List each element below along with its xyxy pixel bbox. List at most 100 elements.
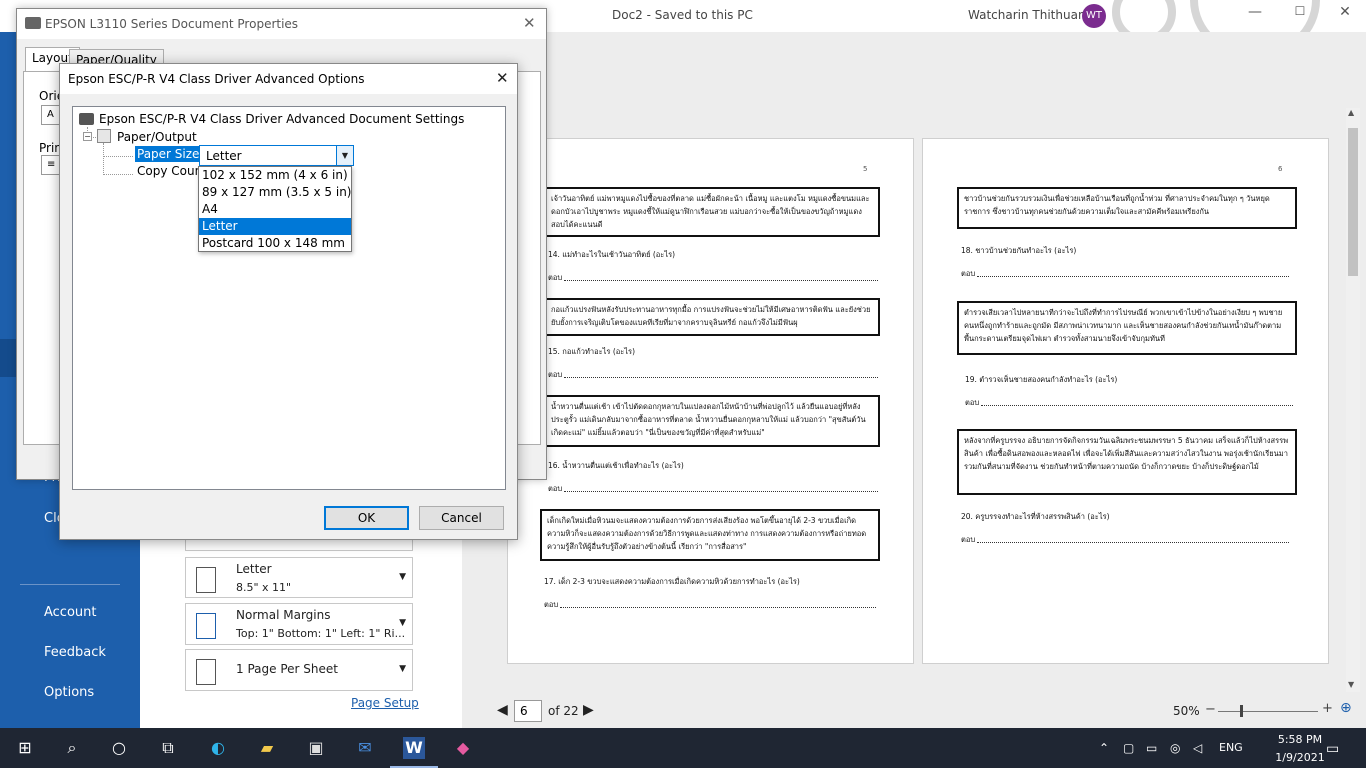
preview-scrollbar-thumb[interactable] [1348, 128, 1358, 276]
copy-count-label[interactable]: Copy Count [137, 164, 207, 178]
nav-item-feedback[interactable]: Feedback [44, 645, 106, 660]
close-icon[interactable]: ✕ [523, 14, 536, 32]
passage-box: เจ้าวันอาทิตย์ แม่พาหมูแดงไปซื้อของที่ตล… [544, 187, 880, 237]
zoom-in-icon[interactable]: + [1322, 701, 1333, 716]
setting-main-label: 1 Page Per Sheet [236, 662, 338, 676]
question: 17. เด็ก 2-3 ขวบจะแสดงความต้องการเมื่อเก… [544, 577, 800, 586]
print-select-glyph: ≡ [47, 159, 56, 170]
answer-line [977, 542, 1289, 543]
printer-icon [25, 17, 41, 29]
clock-date[interactable]: 1/9/2021 [1275, 751, 1325, 764]
zoom-slider-thumb[interactable] [1240, 705, 1243, 717]
clock-time[interactable]: 5:58 PM [1275, 733, 1325, 746]
page-icon [196, 567, 216, 593]
paint-icon[interactable]: ◆ [452, 737, 474, 759]
search-icon[interactable]: ⌕ [61, 737, 83, 759]
page-number-input[interactable]: 6 [514, 700, 542, 722]
page-count: of 22 [548, 704, 579, 718]
windows-start-icon[interactable]: ⊞ [14, 737, 36, 759]
margins-setting[interactable]: Normal Margins Top: 1" Bottom: 1" Left: … [185, 603, 413, 645]
chevron-up-icon[interactable]: ⌃ [1099, 741, 1109, 755]
cortana-icon[interactable]: ○ [108, 737, 130, 759]
close-icon[interactable]: ✕ [1330, 4, 1360, 28]
mail-icon[interactable]: ✉ [354, 737, 376, 759]
tree-root-label[interactable]: Epson ESC/P-R V4 Class Driver Advanced D… [99, 112, 464, 126]
setting-main-label: Normal Margins [236, 608, 331, 622]
nav-item-options[interactable]: Options [44, 685, 94, 700]
nav-divider [20, 584, 120, 585]
answer-line [564, 491, 878, 492]
collapse-icon[interactable]: − [83, 132, 92, 141]
store-icon[interactable]: ▣ [305, 737, 327, 759]
settings-tree[interactable]: Epson ESC/P-R V4 Class Driver Advanced D… [72, 106, 506, 490]
answer-label: ตอบ [544, 600, 559, 609]
setting-sub-label: 8.5" x 11" [236, 581, 292, 594]
previous-page-icon[interactable]: ◀ [497, 702, 508, 718]
maximize-icon[interactable]: ☐ [1285, 4, 1315, 28]
pages-per-sheet-setting[interactable]: 1 Page Per Sheet ▼ [185, 649, 413, 691]
question: 14. แม่ทำอะไรในเช้าวันอาทิตย์ (อะไร) [548, 250, 676, 259]
chevron-down-icon: ▼ [399, 664, 406, 674]
chevron-down-icon: ▼ [399, 572, 406, 582]
orientation-select-glyph: A [47, 109, 54, 120]
paper-size-label[interactable]: Paper Size: [135, 146, 206, 162]
answer-line [560, 607, 876, 608]
folder-icon [97, 129, 111, 143]
passage-box: กอแก้วแปรงฟันหลังรับประทานอาหารทุกมื้อ ก… [544, 298, 880, 336]
paper-size-select[interactable]: Letter ▼ [199, 145, 354, 166]
scroll-down-icon[interactable]: ▼ [1348, 680, 1354, 689]
zoom-to-page-icon[interactable]: ⊕ [1340, 700, 1352, 716]
paper-option-selected[interactable]: Letter [199, 218, 351, 235]
advanced-options-dialog: Epson ESC/P-R V4 Class Driver Advanced O… [59, 63, 518, 540]
close-icon[interactable]: ✕ [496, 69, 509, 87]
ok-button[interactable]: OK [324, 506, 409, 530]
preview-page: 6 ชาวบ้านช่วยกันรวบรวมเงินเพื่อช่วยเหลือ… [922, 138, 1329, 664]
edge-icon[interactable]: ◐ [207, 737, 229, 759]
meet-icon[interactable]: ▢ [1123, 741, 1134, 755]
cancel-button[interactable]: Cancel [419, 506, 504, 530]
paper-option[interactable]: Postcard 100 x 148 mm [199, 235, 351, 252]
answer-line [564, 377, 878, 378]
user-name[interactable]: Watcharin Thithuan [968, 8, 1086, 22]
zoom-slider[interactable] [1218, 711, 1318, 712]
paper-size-setting[interactable]: Letter 8.5" x 11" ▼ [185, 557, 413, 598]
paper-option[interactable]: 102 x 152 mm (4 x 6 in) [199, 167, 351, 184]
nav-active-indicator [0, 339, 16, 377]
scroll-up-icon[interactable]: ▲ [1348, 108, 1354, 117]
page-number: 6 [1278, 165, 1283, 173]
question: 19. ตำรวจเห็นชายสองคนกำลังทำอะไร (อะไร) [965, 375, 1118, 384]
battery-icon[interactable]: ▭ [1146, 741, 1157, 755]
word-icon[interactable]: W [403, 737, 425, 759]
answer-label: ตอบ [548, 484, 563, 493]
chevron-down-icon[interactable]: ▼ [336, 146, 353, 165]
avatar[interactable]: WT [1082, 4, 1106, 28]
zoom-level[interactable]: 50% [1173, 704, 1200, 718]
network-icon[interactable]: ◎ [1170, 741, 1180, 755]
answer-label: ตอบ [548, 273, 563, 282]
page-setup-link[interactable]: Page Setup [351, 696, 419, 710]
zoom-out-icon[interactable]: − [1205, 702, 1216, 717]
tree-node-paper-output[interactable]: Paper/Output [117, 130, 197, 144]
file-explorer-icon[interactable]: ▰ [256, 737, 278, 759]
document-title: Doc2 - Saved to this PC [612, 8, 753, 22]
dialog-titlebar: Epson ESC/P-R V4 Class Driver Advanced O… [60, 64, 517, 94]
paper-option[interactable]: 89 x 127 mm (3.5 x 5 in) [199, 184, 351, 201]
volume-icon[interactable]: ◁ [1193, 741, 1202, 755]
passage-box: ชาวบ้านช่วยกันรวบรวมเงินเพื่อช่วยเหลือบ้… [957, 187, 1297, 229]
paper-size-value: Letter [206, 149, 242, 163]
question: 15. กอแก้วทำอะไร (อะไร) [548, 347, 636, 356]
question: 20. ครูบรรจงทำอะไรที่ห้างสรรพสินค้า (อะไ… [961, 512, 1110, 521]
printer-icon [79, 113, 94, 125]
language-indicator[interactable]: ENG [1219, 741, 1243, 754]
question: 18. ชาวบ้านช่วยกันทำอะไร (อะไร) [961, 246, 1077, 255]
setting-sub-label: Top: 1" Bottom: 1" Left: 1" Ri... [236, 627, 406, 640]
nav-item-account[interactable]: Account [44, 605, 97, 620]
page-number: 5 [863, 165, 868, 173]
paper-option[interactable]: A4 [199, 201, 351, 218]
notification-icon[interactable]: ▭ [1326, 741, 1339, 757]
minimize-icon[interactable]: — [1240, 4, 1270, 28]
preview-page: 5 เจ้าวันอาทิตย์ แม่พาหมูแดงไปซื้อของที่… [507, 138, 914, 664]
dialog-title: Epson ESC/P-R V4 Class Driver Advanced O… [68, 72, 365, 86]
task-view-icon[interactable]: ⧉ [157, 737, 179, 759]
next-page-icon[interactable]: ▶ [583, 702, 594, 718]
